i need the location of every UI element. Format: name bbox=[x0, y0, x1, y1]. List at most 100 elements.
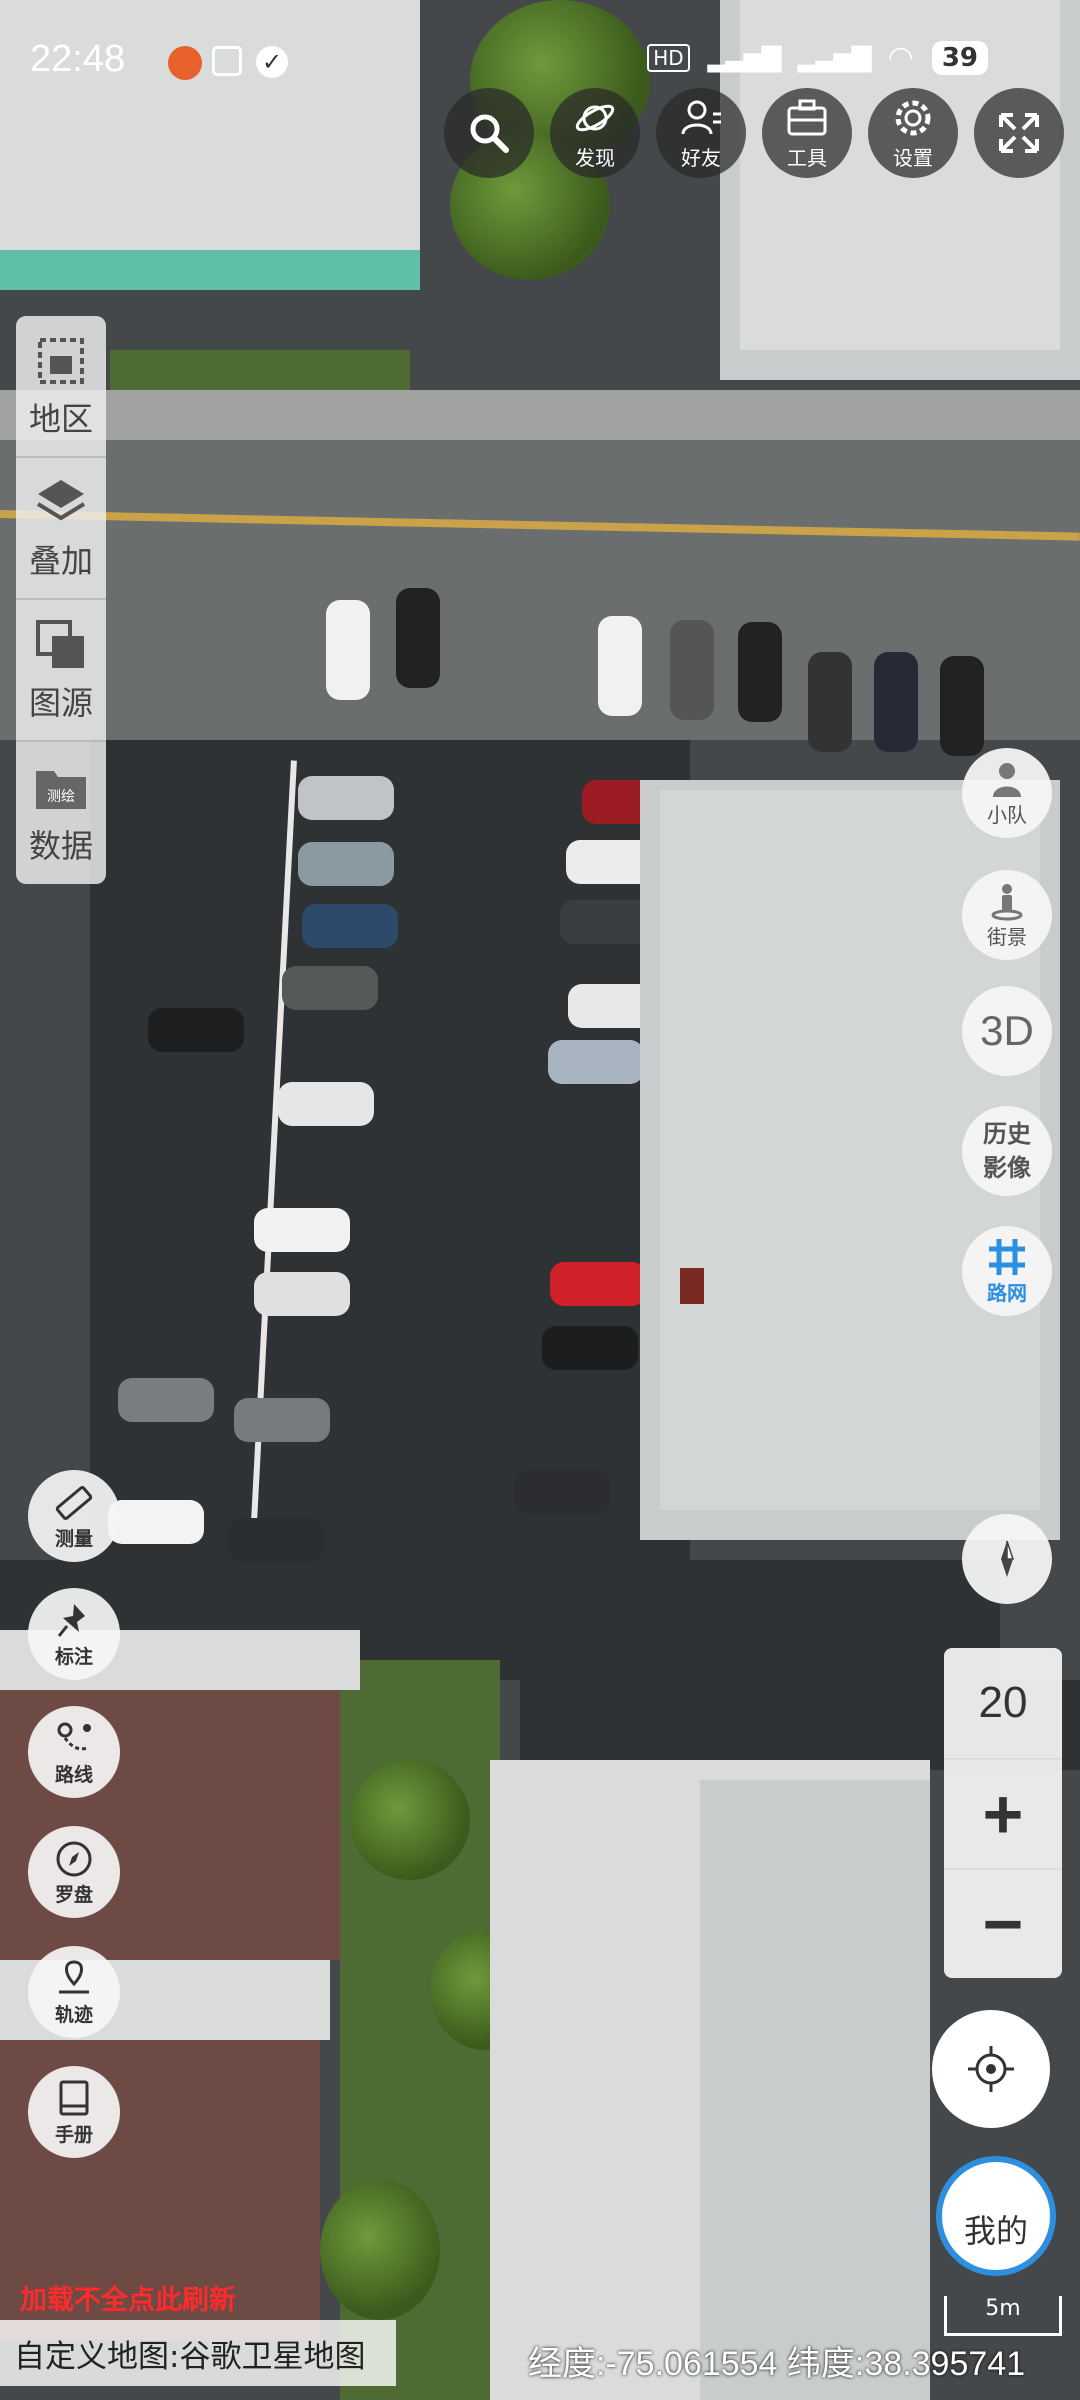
scale-bar: 5m bbox=[944, 2296, 1062, 2336]
mine-label: 我的 bbox=[963, 2212, 1028, 2250]
friends-button[interactable]: 好友 bbox=[656, 88, 746, 178]
measure-label: 测量 bbox=[54, 1527, 93, 1550]
app-notification-icon bbox=[168, 46, 202, 80]
fullscreen-button[interactable] bbox=[974, 88, 1064, 178]
overlay-button[interactable]: 叠加 bbox=[16, 458, 106, 600]
satellite-map[interactable] bbox=[0, 0, 1080, 2400]
layers-icon bbox=[36, 480, 86, 521]
overlay-label: 叠加 bbox=[28, 542, 93, 580]
svg-text:测绘: 测绘 bbox=[47, 789, 75, 805]
zoom-out-button[interactable]: − bbox=[944, 1868, 1062, 1978]
status-time: 22:48 bbox=[30, 38, 126, 80]
parked-car bbox=[278, 1082, 374, 1126]
locate-button[interactable] bbox=[932, 2010, 1050, 2128]
parked-car bbox=[940, 656, 984, 756]
search-button[interactable] bbox=[444, 88, 534, 178]
three-d-button[interactable]: 3D bbox=[962, 986, 1052, 1076]
planet-icon bbox=[575, 104, 615, 131]
discover-button[interactable]: 发现 bbox=[550, 88, 640, 178]
parked-car bbox=[550, 1262, 646, 1306]
friends-icon bbox=[681, 100, 721, 134]
map-source-button[interactable]: 图源 bbox=[16, 600, 106, 742]
map-source-icon bbox=[36, 620, 84, 668]
route-label: 路线 bbox=[54, 1763, 93, 1786]
history-label-2: 影像 bbox=[983, 1154, 1031, 1182]
manual-button[interactable]: 手册 bbox=[28, 2066, 120, 2158]
zoom-control: 20 + − bbox=[944, 1648, 1062, 1978]
route-button[interactable]: 路线 bbox=[28, 1706, 120, 1798]
track-label: 轨迹 bbox=[54, 2003, 93, 2026]
compass-icon bbox=[56, 1841, 92, 1876]
tree bbox=[320, 2180, 440, 2320]
top-toolbar: 发现 好友 工具 设置 bbox=[444, 88, 1064, 178]
history-label-1: 历史 bbox=[983, 1120, 1031, 1148]
annotate-label: 标注 bbox=[54, 1645, 93, 1668]
discover-label: 发现 bbox=[575, 145, 615, 170]
status-right-icons: HD ▂▃▅▇ ▂▃▅▇ ◠ 39 bbox=[647, 40, 988, 75]
tools-label: 工具 bbox=[787, 145, 827, 170]
street-view-button[interactable]: 街景 bbox=[962, 870, 1052, 960]
zoom-level: 20 bbox=[978, 1678, 1028, 1727]
refresh-link[interactable]: 加载不全点此刷新 bbox=[20, 2278, 236, 2317]
left-panel: 地区 叠加 图源 测绘 数据 bbox=[16, 316, 106, 884]
friends-label: 好友 bbox=[681, 145, 721, 170]
data-button[interactable]: 测绘 数据 bbox=[16, 742, 106, 884]
team-button[interactable]: 小队 bbox=[962, 748, 1052, 838]
expand-icon bbox=[999, 113, 1039, 153]
parked-car bbox=[598, 616, 642, 716]
parked-car bbox=[118, 1378, 214, 1422]
book-icon bbox=[59, 2080, 89, 2115]
region-label: 地区 bbox=[28, 400, 93, 438]
parked-car bbox=[808, 652, 852, 752]
signal-e-icon: ▂▃▅▇ bbox=[797, 42, 872, 73]
annotate-button[interactable]: 标注 bbox=[28, 1588, 120, 1680]
check-notification-icon: ✓ bbox=[256, 46, 288, 78]
settings-button[interactable]: 设置 bbox=[868, 88, 958, 178]
parked-car bbox=[282, 966, 378, 1010]
parked-car bbox=[738, 622, 782, 722]
team-label: 小队 bbox=[987, 802, 1027, 827]
person-icon bbox=[993, 762, 1021, 797]
street-view-icon bbox=[991, 883, 1023, 920]
tree bbox=[350, 1760, 470, 1880]
building-edge bbox=[0, 250, 420, 290]
search-icon bbox=[470, 114, 509, 153]
zoom-in-button[interactable]: + bbox=[944, 1758, 1062, 1868]
coordinates-readout: 经度:-75.061554 纬度:38.395741 bbox=[528, 2345, 1026, 2383]
mine-button[interactable]: 我的 bbox=[936, 2156, 1056, 2276]
street bbox=[0, 440, 1080, 740]
hd-icon: HD bbox=[647, 43, 690, 72]
compass-tool-button[interactable]: 罗盘 bbox=[28, 1826, 120, 1918]
settings-label: 设置 bbox=[893, 145, 933, 170]
parked-car bbox=[542, 1326, 638, 1370]
measure-button[interactable]: 测量 bbox=[28, 1470, 120, 1562]
north-compass-button[interactable] bbox=[962, 1514, 1052, 1604]
street-view-label: 街景 bbox=[987, 924, 1027, 949]
parked-car bbox=[874, 652, 918, 752]
region-button[interactable]: 地区 bbox=[16, 316, 106, 458]
parked-car bbox=[234, 1398, 330, 1442]
road-network-button[interactable]: 路网 bbox=[962, 1226, 1052, 1316]
gear-icon bbox=[895, 100, 931, 135]
parked-car bbox=[548, 1040, 644, 1084]
map-source-box[interactable]: 自定义地图:谷歌卫星地图 bbox=[0, 2320, 396, 2386]
data-label: 数据 bbox=[28, 827, 93, 865]
parked-car bbox=[298, 842, 394, 886]
data-folder-icon: 测绘 bbox=[36, 771, 86, 809]
track-button[interactable]: 轨迹 bbox=[28, 1946, 120, 2038]
parked-car bbox=[302, 904, 398, 948]
crosshair-icon bbox=[968, 2046, 1014, 2092]
signal-icon: ▂▃▅▇ bbox=[707, 42, 782, 73]
parked-car bbox=[670, 620, 714, 720]
parked-car bbox=[254, 1208, 350, 1252]
parked-car bbox=[298, 776, 394, 820]
toolbox-icon bbox=[787, 99, 827, 135]
map-source-label: 图源 bbox=[28, 684, 93, 722]
route-icon bbox=[57, 1722, 91, 1750]
calendar-notification-icon bbox=[212, 46, 242, 76]
history-imagery-button[interactable]: 历史 影像 bbox=[962, 1106, 1052, 1196]
building-roof bbox=[700, 1780, 930, 2400]
tools-button[interactable]: 工具 bbox=[762, 88, 852, 178]
north-arrow-icon bbox=[1001, 1540, 1015, 1577]
track-icon bbox=[59, 1959, 89, 1993]
